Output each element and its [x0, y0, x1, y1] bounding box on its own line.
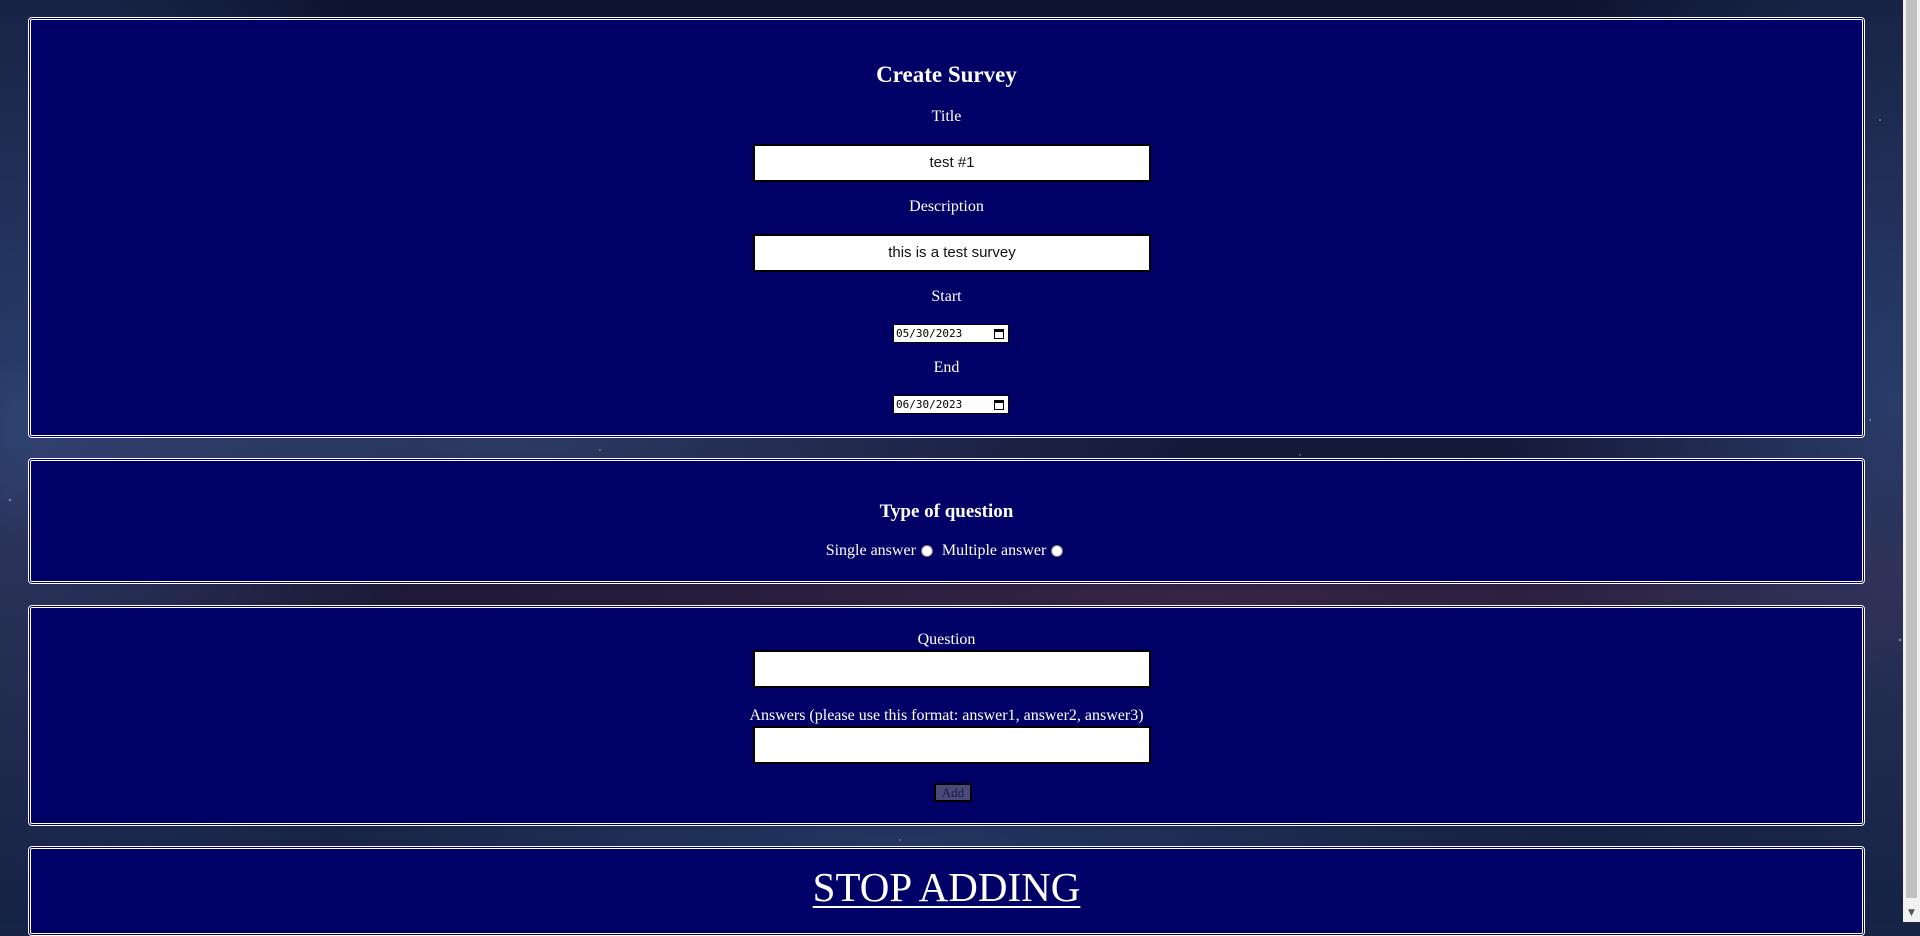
description-label: Description: [909, 198, 984, 215]
stop-adding-link[interactable]: STOP ADDING: [813, 864, 1081, 910]
multiple-answer-radio[interactable]: [1051, 545, 1064, 557]
stop-adding-container: STOP ADDING: [31, 863, 1862, 911]
chevron-down-icon[interactable]: ▼: [1903, 905, 1920, 922]
add-button[interactable]: Add: [934, 783, 972, 802]
start-date-value: 05/30/2023: [896, 327, 963, 340]
title-field[interactable]: test #1: [753, 144, 1151, 182]
start-label: Start: [931, 288, 962, 305]
single-answer-label: Single answer: [825, 542, 916, 559]
stop-adding-panel: STOP ADDING: [28, 846, 1865, 936]
question-panel: Question Answers (please use this format…: [28, 605, 1865, 826]
question-label: Question: [917, 631, 976, 648]
answers-field[interactable]: [753, 726, 1151, 764]
question-type-panel: Type of question Single answer Multiple …: [28, 458, 1865, 584]
question-type-options: Single answer Multiple answer: [31, 542, 1862, 560]
end-date-input[interactable]: 06/30/2023: [893, 395, 1009, 414]
end-date-value: 06/30/2023: [896, 398, 963, 411]
page-title: Create Survey: [876, 62, 1017, 87]
question-field[interactable]: [753, 650, 1151, 688]
scrollbar-thumb[interactable]: [1906, 0, 1917, 898]
multiple-answer-label: Multiple answer: [941, 542, 1047, 559]
start-date-input[interactable]: 05/30/2023: [893, 324, 1009, 343]
vertical-scrollbar[interactable]: ▼: [1903, 0, 1920, 922]
answers-label: Answers (please use this format: answer1…: [749, 707, 1144, 724]
title-label: Title: [931, 108, 962, 125]
question-type-heading: Type of question: [879, 501, 1014, 522]
single-answer-radio[interactable]: [920, 545, 933, 557]
end-label: End: [933, 359, 960, 376]
create-survey-panel: Create Survey Title test #1 Description …: [28, 17, 1865, 438]
calendar-icon[interactable]: [994, 399, 1004, 410]
description-field[interactable]: this is a test survey: [753, 234, 1151, 272]
calendar-icon[interactable]: [994, 328, 1004, 339]
